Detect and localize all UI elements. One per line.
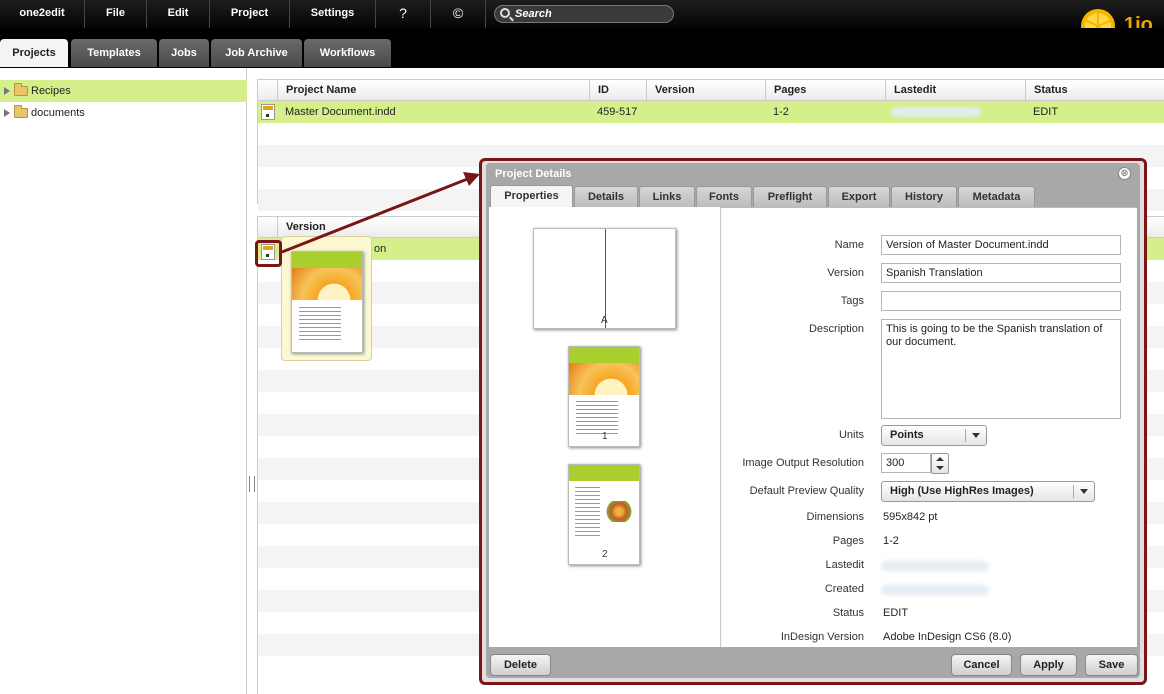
name-label: Name: [834, 239, 864, 251]
quality-select-value: High (Use HighRes Images): [890, 485, 1034, 497]
file-menu[interactable]: File: [85, 0, 147, 28]
search-icon: [500, 8, 510, 18]
page-thumbnails-pane: A 1 2: [489, 207, 721, 647]
page-number-label: 1: [602, 431, 608, 442]
main-tabs: Projects Templates Jobs Job Archive Work…: [0, 28, 1164, 68]
description-textarea[interactable]: This is going to be the Spanish translat…: [881, 319, 1121, 419]
units-select-value: Points: [890, 429, 924, 441]
tab-export[interactable]: Export: [828, 186, 890, 207]
page-number-label: A: [601, 315, 608, 326]
chevron-down-icon: [1080, 489, 1088, 494]
page-1-thumbnail[interactable]: 1: [568, 346, 640, 447]
description-label: Description: [808, 323, 864, 335]
project-status-cell: EDIT: [1033, 106, 1059, 118]
tab-fonts[interactable]: Fonts: [696, 186, 752, 207]
lastedit-label: Lastedit: [825, 559, 864, 571]
project-id-cell: 459-517: [597, 106, 638, 118]
lastedit-value-blurred: [881, 561, 989, 571]
dimensions-value: 595x842 pt: [883, 511, 938, 523]
tab-properties[interactable]: Properties: [490, 185, 573, 207]
version-input[interactable]: Spanish Translation: [881, 263, 1121, 283]
page-2-thumbnail[interactable]: 2: [568, 464, 640, 565]
project-name-cell: Master Document.indd: [285, 106, 396, 118]
created-label: Created: [824, 583, 864, 595]
column-header-id[interactable]: ID: [589, 80, 646, 102]
tree-item-documents[interactable]: documents: [0, 102, 247, 124]
tree-item-label: Recipes: [31, 85, 71, 97]
page-thumbnail: [291, 251, 363, 353]
tab-preflight[interactable]: Preflight: [753, 186, 827, 207]
page-number-label: 2: [602, 549, 608, 560]
project-pages-cell: 1-2: [773, 106, 789, 118]
tags-label: Tags: [840, 295, 864, 307]
folder-icon: [14, 105, 28, 118]
pages-label: Pages: [832, 535, 864, 547]
tab-history[interactable]: History: [891, 186, 957, 207]
indesign-version-label: InDesign Version: [780, 631, 864, 643]
grid-header: Project Name ID Version Pages Lastedit S…: [258, 79, 1164, 102]
save-button[interactable]: Save: [1085, 654, 1138, 676]
folder-icon: [14, 83, 28, 96]
panel-splitter[interactable]: [249, 476, 255, 492]
column-header-version[interactable]: Version: [646, 80, 767, 102]
folder-tree: Recipes documents: [0, 68, 247, 694]
tab-links[interactable]: Links: [639, 186, 695, 207]
help-icon[interactable]: ?: [376, 0, 431, 28]
tab-workflows[interactable]: Workflows: [304, 39, 391, 67]
table-row[interactable]: Master Document.indd 459-517 1-2 EDIT: [258, 101, 1164, 123]
column-header-status[interactable]: Status: [1025, 80, 1164, 102]
units-label: Units: [838, 429, 864, 441]
chevron-down-icon: [972, 433, 980, 438]
dimensions-label: Dimensions: [806, 511, 864, 523]
tags-input[interactable]: [881, 291, 1121, 311]
tab-metadata[interactable]: Metadata: [958, 186, 1035, 207]
units-select[interactable]: Points: [881, 425, 987, 446]
delete-button[interactable]: Delete: [490, 654, 551, 676]
pages-value: 1-2: [883, 535, 899, 547]
tab-details[interactable]: Details: [574, 186, 638, 207]
app-menu[interactable]: one2edit: [0, 0, 85, 28]
resolution-stepper[interactable]: [931, 453, 949, 474]
quality-label: Default Preview Quality: [749, 485, 864, 497]
version-label: Version: [827, 267, 864, 279]
expand-arrow-icon[interactable]: [4, 109, 10, 117]
master-spread-thumbnail[interactable]: A: [533, 228, 676, 329]
indesign-version-value: Adobe InDesign CS6 (8.0): [883, 631, 1012, 643]
column-header-pages[interactable]: Pages: [765, 80, 886, 102]
tree-item-recipes[interactable]: Recipes: [0, 80, 247, 102]
column-header-project-name[interactable]: Project Name: [277, 80, 589, 102]
created-value-blurred: [881, 585, 989, 595]
status-value: EDIT: [883, 607, 909, 619]
quality-select[interactable]: High (Use HighRes Images): [881, 481, 1095, 502]
settings-menu[interactable]: Settings: [290, 0, 376, 28]
search-input[interactable]: Search: [494, 5, 674, 23]
resolution-input[interactable]: 300: [881, 453, 931, 473]
resolution-label: Image Output Resolution: [742, 457, 864, 469]
tab-jobs[interactable]: Jobs: [159, 39, 209, 67]
name-input[interactable]: Version of Master Document.indd: [881, 235, 1121, 255]
document-icon: [261, 104, 275, 120]
dialog-title: Project Details: [495, 168, 572, 180]
expand-arrow-icon[interactable]: [4, 87, 10, 95]
tab-projects[interactable]: Projects: [0, 39, 68, 67]
tab-templates[interactable]: Templates: [71, 39, 157, 67]
column-header-lastedit[interactable]: Lastedit: [885, 80, 1025, 102]
close-icon[interactable]: ⊗: [1118, 167, 1131, 180]
tab-job-archive[interactable]: Job Archive: [211, 39, 302, 67]
apply-button[interactable]: Apply: [1020, 654, 1077, 676]
project-menu[interactable]: Project: [210, 0, 290, 28]
cancel-button[interactable]: Cancel: [951, 654, 1012, 676]
lastedit-cell-blurred: [891, 107, 981, 117]
copyright-icon[interactable]: ©: [431, 0, 486, 28]
thumbnail-preview-popup: [281, 236, 372, 361]
status-label: Status: [832, 607, 864, 619]
tree-item-label: documents: [31, 107, 85, 119]
highlight-callout: [255, 240, 282, 267]
edit-menu[interactable]: Edit: [147, 0, 210, 28]
